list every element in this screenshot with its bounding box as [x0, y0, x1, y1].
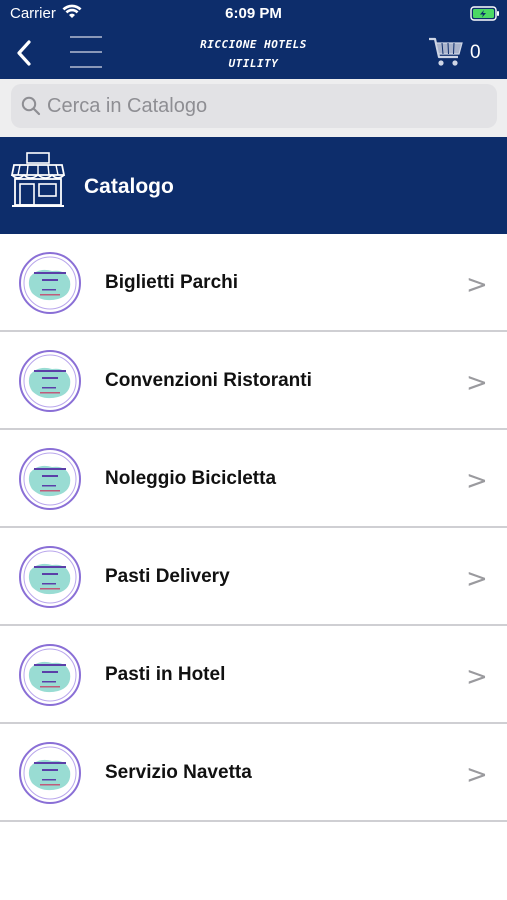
chevron-right-icon: >: [466, 662, 488, 692]
list-item-label: Convenzioni Ristoranti: [105, 370, 312, 391]
list-item-label: Pasti Delivery: [105, 566, 230, 587]
hamburger-menu-icon[interactable]: [70, 34, 104, 70]
app-title-line2: UTILITY: [228, 57, 279, 70]
riccione-hotels-logo-icon: [19, 252, 81, 314]
store-icon: [10, 152, 66, 207]
status-bar: Carrier 6:09 PM: [0, 0, 507, 28]
top-bar: Carrier 6:09 PM RICCIONE HOTELS UTILITY …: [0, 0, 507, 79]
shopping-cart-icon[interactable]: [428, 36, 464, 68]
search-bar: [11, 84, 497, 128]
list-item[interactable]: Convenzioni Ristoranti >: [0, 332, 507, 430]
list-item-label: Biglietti Parchi: [105, 272, 239, 293]
search-container: [0, 79, 507, 137]
riccione-hotels-logo-icon: [19, 742, 81, 804]
chevron-right-icon: >: [466, 760, 488, 790]
list-item[interactable]: Servizio Navetta >: [0, 724, 507, 822]
list-item[interactable]: Pasti Delivery >: [0, 528, 507, 626]
search-icon: [21, 96, 41, 116]
catalog-header: Catalogo: [0, 137, 507, 234]
app-title: RICCIONE HOTELS UTILITY: [140, 35, 367, 73]
catalog-title: Catalogo: [84, 175, 174, 198]
list-item[interactable]: Pasti in Hotel >: [0, 626, 507, 724]
back-chevron-icon[interactable]: [12, 38, 36, 68]
list-item[interactable]: Noleggio Bicicletta >: [0, 430, 507, 528]
riccione-hotels-logo-icon: [19, 448, 81, 510]
chevron-right-icon: >: [466, 270, 488, 300]
search-input[interactable]: [47, 84, 487, 128]
list-item-label: Servizio Navetta: [105, 762, 252, 783]
riccione-hotels-logo-icon: [19, 350, 81, 412]
list-item[interactable]: Biglietti Parchi >: [0, 234, 507, 332]
list-item-label: Noleggio Bicicletta: [105, 468, 277, 489]
app-screen: Carrier 6:09 PM RICCIONE HOTELS UTILITY …: [0, 0, 507, 900]
cart-count-badge: 0: [470, 42, 481, 63]
riccione-hotels-logo-icon: [19, 546, 81, 608]
chevron-right-icon: >: [466, 466, 488, 496]
app-title-line1: RICCIONE HOTELS: [200, 38, 307, 51]
list-item-label: Pasti in Hotel: [105, 664, 226, 685]
battery-icon: [470, 6, 499, 21]
catalog-list: Biglietti Parchi > Convenzioni Ristorant…: [0, 234, 507, 822]
chevron-right-icon: >: [466, 368, 488, 398]
riccione-hotels-logo-icon: [19, 644, 81, 706]
clock: 6:09 PM: [225, 5, 282, 22]
chevron-right-icon: >: [466, 564, 488, 594]
navigation-bar: RICCIONE HOTELS UTILITY 0: [0, 28, 507, 79]
